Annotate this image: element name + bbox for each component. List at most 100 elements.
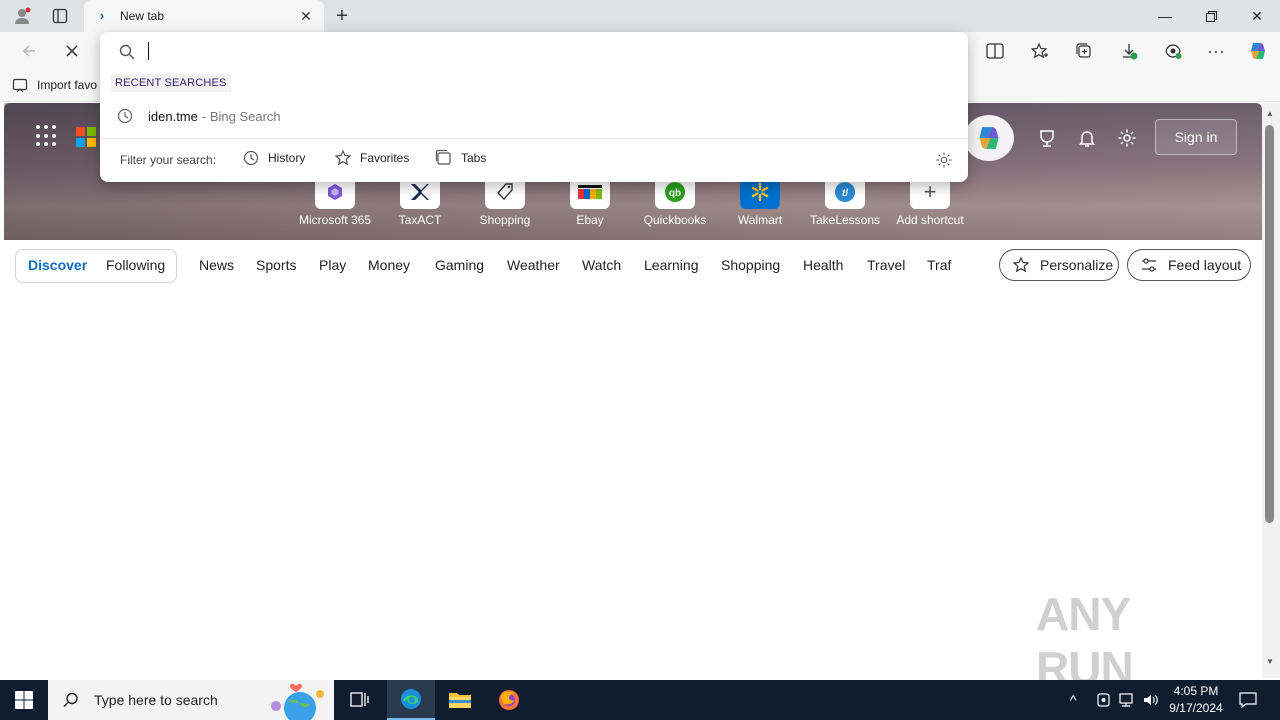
- shortcut-label: Ebay: [576, 213, 604, 227]
- nav-learning[interactable]: Learning: [644, 257, 699, 273]
- filter-tabs-button[interactable]: Tabs: [435, 149, 486, 167]
- shortcut-taxact[interactable]: TaxACT: [378, 175, 462, 227]
- scroll-up-icon[interactable]: ▲: [1266, 109, 1274, 118]
- scroll-down-icon[interactable]: ▼: [1266, 657, 1274, 666]
- start-button[interactable]: [0, 680, 48, 720]
- network-icon[interactable]: [1118, 691, 1136, 712]
- filter-history-button[interactable]: History: [242, 149, 305, 167]
- shortcut-ebay[interactable]: Ebay: [548, 175, 632, 227]
- recent-search-query: iden.tme: [148, 108, 198, 124]
- browser-essentials-icon[interactable]: [1158, 37, 1188, 65]
- shortcut-label: Quickbooks: [643, 213, 707, 227]
- nav-health[interactable]: Health: [803, 257, 843, 273]
- restore-button[interactable]: [1188, 0, 1234, 32]
- rewards-icon[interactable]: [1034, 125, 1060, 151]
- anyrun-watermark: ANY RUN: [1036, 588, 1134, 694]
- filter-favorites-button[interactable]: Favorites: [334, 149, 409, 167]
- tab-title: New tab: [120, 9, 165, 23]
- filter-label: Filter your search:: [120, 153, 217, 167]
- profile-icon[interactable]: [8, 4, 36, 28]
- task-view-icon: [350, 692, 369, 707]
- personalize-button[interactable]: Personalize: [999, 249, 1119, 281]
- address-input[interactable]: [152, 40, 852, 62]
- feed-layout-label: Feed layout: [1168, 257, 1242, 273]
- loading-favicon-icon: ›: [99, 8, 105, 23]
- task-view-button[interactable]: [336, 680, 384, 720]
- search-icon: [63, 692, 78, 707]
- taskbar-file-explorer-button[interactable]: [436, 680, 484, 720]
- import-favorites-button[interactable]: Import favo: [12, 77, 97, 93]
- shortcut-shopping[interactable]: Shopping: [463, 175, 547, 227]
- collections-icon[interactable]: [1069, 37, 1099, 65]
- shortcut-quickbooks[interactable]: qb Quickbooks: [633, 175, 717, 227]
- shortcut-add[interactable]: + Add shortcut: [888, 175, 972, 227]
- recent-search-item[interactable]: iden.tme - Bing Search: [100, 102, 968, 130]
- clock-date: 9/17/2024: [1169, 701, 1223, 715]
- copilot-button[interactable]: [964, 115, 1014, 161]
- search-highlight-illustration-icon: [271, 683, 324, 720]
- gear-icon[interactable]: [935, 151, 953, 169]
- shortcut-takelessons[interactable]: tl TakeLessons: [803, 175, 887, 227]
- close-tab-icon[interactable]: ✕: [294, 4, 318, 28]
- copilot-icon: [979, 127, 999, 149]
- shortcut-walmart[interactable]: Walmart: [718, 175, 802, 227]
- taskbar-clock[interactable]: 4:05 PM 9/17/2024: [1164, 683, 1228, 717]
- tab-actions-icon[interactable]: [46, 4, 74, 28]
- address-bar-dropdown: RECENT SEARCHES iden.tme - Bing Search F…: [100, 32, 968, 182]
- split-screen-icon[interactable]: [980, 37, 1010, 65]
- back-button[interactable]: [14, 37, 44, 65]
- nav-weather[interactable]: Weather: [507, 257, 560, 273]
- search-icon: [119, 44, 135, 60]
- app-launcher-icon[interactable]: [36, 125, 58, 147]
- tab-following[interactable]: Following: [106, 257, 165, 273]
- nav-traffic[interactable]: Traf: [927, 257, 951, 273]
- firefox-icon: [499, 690, 519, 710]
- notifications-icon[interactable]: [1074, 125, 1100, 151]
- nav-money[interactable]: Money: [368, 257, 410, 273]
- scrollbar-thumb[interactable]: [1265, 125, 1274, 523]
- shortcut-microsoft-365[interactable]: Microsoft 365: [293, 175, 377, 227]
- edge-icon: [401, 689, 421, 709]
- taskbar-firefox-button[interactable]: [485, 680, 533, 720]
- nav-news[interactable]: News: [199, 257, 234, 273]
- downloads-icon[interactable]: [1114, 37, 1144, 65]
- history-icon: [243, 150, 259, 166]
- recent-searches-label: RECENT SEARCHES: [111, 74, 231, 92]
- new-tab-icon[interactable]: +: [328, 4, 356, 28]
- nav-travel[interactable]: Travel: [867, 257, 905, 273]
- page-settings-icon[interactable]: [1114, 125, 1140, 151]
- tab-discover[interactable]: Discover: [28, 257, 87, 273]
- nav-sports[interactable]: Sports: [256, 257, 296, 273]
- microsoft-logo-icon[interactable]: [76, 127, 96, 147]
- shortcut-label: Add shortcut: [896, 213, 964, 227]
- tab-new-tab[interactable]: › New tab ✕: [84, 0, 324, 32]
- stop-loading-button[interactable]: [57, 37, 87, 65]
- taskbar-search-placeholder: Type here to search: [94, 692, 218, 708]
- minimize-button[interactable]: —: [1142, 0, 1188, 32]
- nav-watch[interactable]: Watch: [582, 257, 621, 273]
- more-options-icon[interactable]: ···: [1201, 37, 1231, 65]
- taskbar-search-box[interactable]: Type here to search: [48, 680, 334, 720]
- taskbar-edge-button[interactable]: [387, 680, 435, 720]
- feed-layout-icon: [1142, 258, 1156, 272]
- import-icon: [12, 78, 28, 93]
- nav-play[interactable]: Play: [319, 257, 346, 273]
- import-favorites-label: Import favo: [37, 78, 98, 92]
- nav-shopping[interactable]: Shopping: [721, 257, 780, 273]
- filter-favorites-label: Favorites: [360, 151, 410, 165]
- volume-icon[interactable]: [1142, 691, 1160, 712]
- nav-gaming[interactable]: Gaming: [435, 257, 484, 273]
- close-window-button[interactable]: ✕: [1234, 0, 1280, 32]
- show-hidden-icons-icon[interactable]: ^: [1070, 692, 1077, 708]
- history-icon: [117, 108, 133, 124]
- text-caret: [148, 42, 149, 60]
- sign-in-button[interactable]: Sign in: [1155, 119, 1237, 155]
- feed-layout-button[interactable]: Feed layout: [1127, 249, 1251, 281]
- notification-center-icon[interactable]: [1238, 690, 1258, 713]
- shortcut-label: Walmart: [737, 213, 783, 227]
- shortcut-label: TakeLessons: [809, 213, 881, 227]
- meet-now-icon[interactable]: [1096, 691, 1112, 712]
- star-icon: [334, 149, 352, 166]
- favorites-icon[interactable]: [1025, 37, 1055, 65]
- copilot-icon[interactable]: [1243, 37, 1273, 65]
